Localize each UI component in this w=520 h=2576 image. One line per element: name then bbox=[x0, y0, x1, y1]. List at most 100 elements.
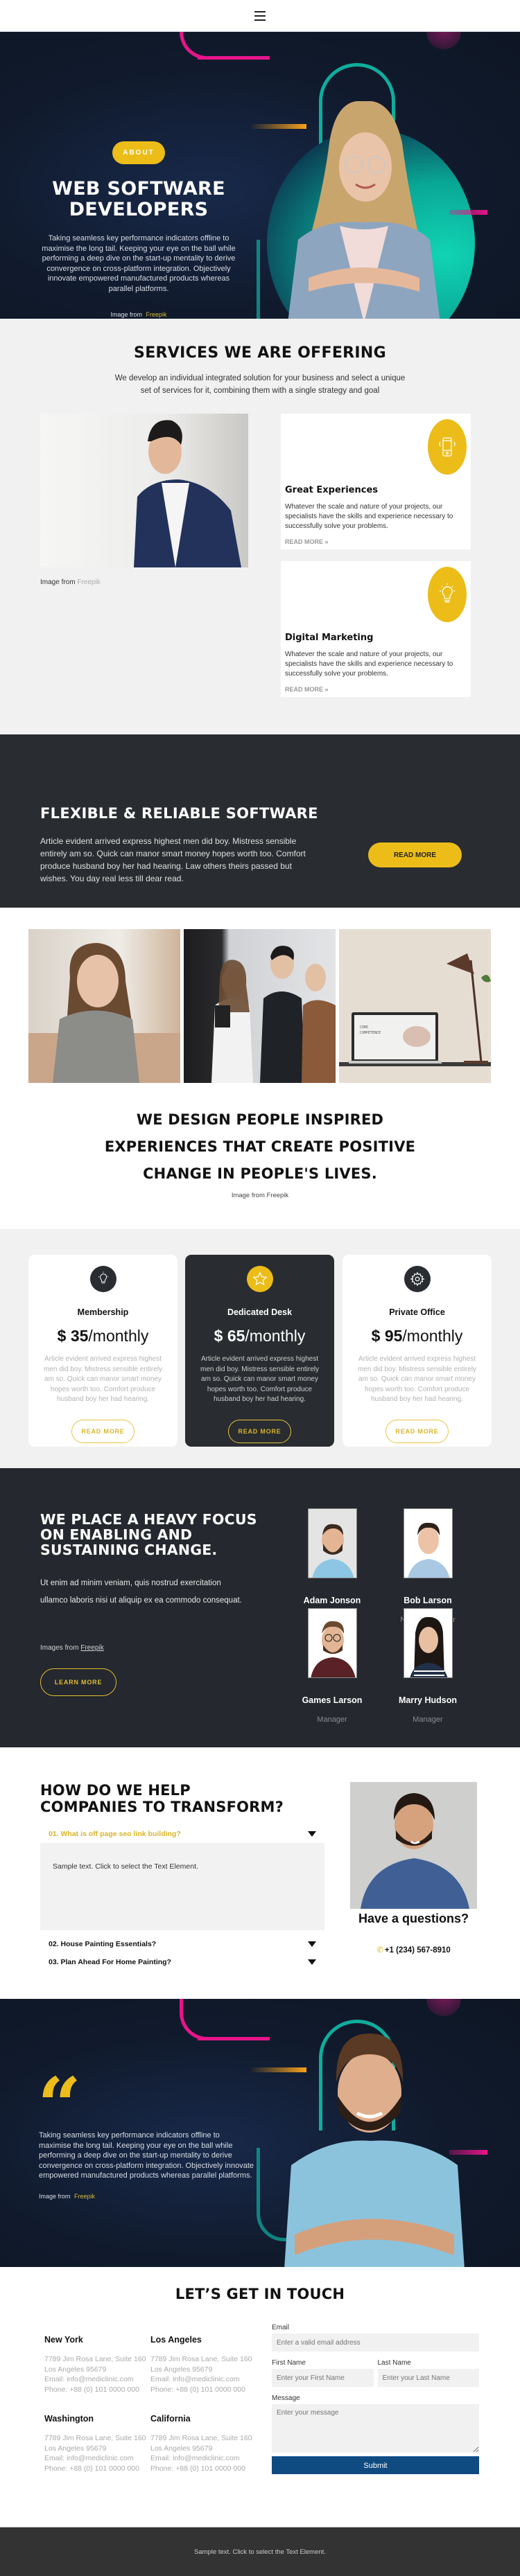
team-member: Bob Larson National Partner bbox=[379, 1508, 476, 1624]
plan-name: Dedicated Desk bbox=[227, 1307, 293, 1317]
message-textarea[interactable] bbox=[272, 2404, 479, 2453]
office-washington: Washington 7789 Jim Rosa Lane, Suite 160… bbox=[44, 2414, 148, 2473]
service-card-title: Digital Marketing bbox=[285, 633, 374, 643]
decor-pink-line bbox=[198, 2037, 270, 2040]
lightbulb-icon bbox=[89, 1266, 116, 1292]
read-more-link[interactable]: READ MORE » bbox=[285, 538, 329, 545]
faq-item-1[interactable]: 01. What is off page seo link building? bbox=[40, 1826, 324, 1842]
office-zip: Los Angeles 95679 bbox=[44, 2365, 107, 2374]
testimonial-credit: Image from Freepik bbox=[39, 2193, 95, 2200]
plan-description: Article evident arrived express highest … bbox=[358, 1355, 476, 1403]
gallery-headline: WE DESIGN PEOPLE INSPIRED EXPERIENCES THA… bbox=[0, 1106, 520, 1188]
headline-line: CHANGE IN PEOPLE'S LIVES. bbox=[143, 1165, 377, 1182]
faq-item-2[interactable]: 02. House Painting Essentials? bbox=[40, 1937, 324, 1952]
faq-section: HOW DO WE HELP COMPANIES TO TRANSFORM? 01… bbox=[0, 1747, 520, 1999]
price-currency: $ bbox=[214, 1327, 223, 1345]
credit-prefix: Images from bbox=[40, 1644, 79, 1652]
faq-answer: Sample text. Click to select the Text El… bbox=[40, 1843, 324, 1930]
submit-button[interactable]: Submit bbox=[272, 2456, 479, 2474]
laptop-screen-text: CORE bbox=[360, 1025, 368, 1030]
hero-credit: Image from Freepik bbox=[35, 311, 243, 318]
office-address: 7789 Jim Rosa Lane, Suite 160 bbox=[150, 2434, 252, 2442]
smartphone-icon bbox=[428, 419, 467, 475]
services-image-credit: Image from Freepik bbox=[40, 579, 101, 586]
learn-more-button[interactable]: LEARN MORE bbox=[40, 1668, 116, 1696]
flexible-software-section: FLEXIBLE & RELIABLE SOFTWARE Article evi… bbox=[0, 734, 520, 908]
about-badge[interactable]: ABOUT bbox=[112, 141, 165, 164]
faq-title: HOW DO WE HELP COMPANIES TO TRANSFORM? bbox=[40, 1782, 284, 1815]
faq-item-3[interactable]: 03. Plan Ahead For Home Painting? bbox=[40, 1955, 324, 1970]
hamburger-icon[interactable] bbox=[254, 10, 266, 21]
member-name: Games Larson bbox=[302, 1695, 363, 1705]
gear-icon bbox=[404, 1266, 431, 1292]
plan-price: $ 35/monthly bbox=[28, 1327, 177, 1346]
hero-description: Taking seamless key performance indicato… bbox=[42, 234, 236, 293]
price-amount: 35 bbox=[70, 1327, 89, 1345]
price-currency: $ bbox=[371, 1327, 381, 1345]
team-section: WE PLACE A HEAVY FOCUS ON ENABLING AND SUS… bbox=[0, 1468, 520, 1747]
caret-down-icon bbox=[308, 1831, 316, 1837]
office-phone[interactable]: Phone: +88 (0) 101 0000 000 bbox=[150, 2464, 254, 2474]
laptop-screen-text: COMPETENCE bbox=[360, 1031, 381, 1035]
pricing-card: Membership $ 35/monthly Article evident … bbox=[28, 1255, 177, 1447]
read-more-button[interactable]: READ MORE bbox=[71, 1419, 135, 1443]
read-more-button[interactable]: READ MORE bbox=[385, 1419, 449, 1443]
contact-title: LET’S GET IN TOUCH bbox=[175, 2286, 345, 2302]
read-more-button[interactable]: READ MORE bbox=[368, 843, 462, 867]
member-photo bbox=[403, 1608, 453, 1678]
plan-price: $ 65/monthly bbox=[185, 1327, 334, 1346]
headline-line: WE DESIGN PEOPLE INSPIRED bbox=[136, 1111, 384, 1128]
member-name: Marry Hudson bbox=[398, 1695, 458, 1705]
headline-line: EXPERIENCES THAT CREATE POSITIVE bbox=[104, 1138, 416, 1155]
price-currency: $ bbox=[57, 1327, 67, 1345]
read-more-link[interactable]: READ MORE » bbox=[285, 686, 329, 693]
office-city: California bbox=[150, 2414, 191, 2424]
team-credit: Images from Freepik bbox=[40, 1644, 104, 1652]
office-phone[interactable]: Phone: +88 (0) 101 0000 000 bbox=[44, 2385, 148, 2395]
credit-prefix: Image from bbox=[40, 579, 76, 586]
phone-number[interactable]: ✆ +1 (234) 567-8910 bbox=[350, 1945, 477, 1955]
office-email[interactable]: Email: info@mediclinic.com bbox=[44, 2453, 148, 2464]
office-zip: Los Angeles 95679 bbox=[150, 2444, 213, 2453]
businessman-image bbox=[40, 414, 248, 567]
title-line: COMPANIES TO TRANSFORM? bbox=[40, 1799, 284, 1815]
team-member: Marry Hudson Manager bbox=[379, 1608, 476, 1724]
freepik-link[interactable]: Freepik bbox=[146, 311, 167, 318]
office-phone[interactable]: Phone: +88 (0) 101 0000 000 bbox=[150, 2385, 254, 2395]
service-card: Digital Marketing Whatever the scale and… bbox=[281, 561, 471, 697]
caret-down-icon bbox=[308, 1959, 316, 1965]
footer: Sample text. Click to select the Text El… bbox=[0, 2527, 520, 2576]
member-role: Manager bbox=[413, 1715, 443, 1724]
office-phone[interactable]: Phone: +88 (0) 101 0000 000 bbox=[44, 2464, 148, 2474]
freepik-link[interactable]: Freepik bbox=[80, 1644, 103, 1652]
office-city: New York bbox=[44, 2335, 83, 2345]
office-email[interactable]: Email: info@mediclinic.com bbox=[44, 2374, 148, 2385]
team-title: WE PLACE A HEAVY FOCUS ON ENABLING AND SUS… bbox=[40, 1512, 269, 1558]
credit-prefix: Image from bbox=[110, 311, 142, 318]
read-more-button[interactable]: READ MORE bbox=[228, 1419, 291, 1443]
top-header bbox=[0, 0, 520, 32]
first-name-input[interactable] bbox=[272, 2369, 374, 2387]
email-input[interactable] bbox=[272, 2334, 479, 2352]
woman-portrait-image bbox=[28, 929, 180, 1083]
office-zip: Los Angeles 95679 bbox=[150, 2365, 213, 2374]
testimonial-man-image bbox=[281, 2027, 468, 2267]
price-period: /monthly bbox=[88, 1327, 149, 1345]
last-name-input[interactable] bbox=[377, 2369, 479, 2387]
plan-name: Private Office bbox=[389, 1307, 445, 1317]
service-card-text: Whatever the scale and nature of your pr… bbox=[285, 651, 453, 678]
title-line: HOW DO WE HELP bbox=[40, 1782, 191, 1799]
office-address: 7789 Jim Rosa Lane, Suite 160 bbox=[150, 2355, 252, 2363]
message-label: Message bbox=[272, 2394, 300, 2402]
plan-price: $ 95/monthly bbox=[343, 1327, 492, 1346]
freepik-link[interactable]: Freepik bbox=[77, 579, 100, 586]
office-email[interactable]: Email: info@mediclinic.com bbox=[150, 2453, 254, 2464]
hero-woman-image bbox=[281, 101, 447, 319]
freepik-link[interactable]: Freepik bbox=[74, 2193, 95, 2200]
office-address: 7789 Jim Rosa Lane, Suite 160 bbox=[44, 2434, 146, 2442]
office-email[interactable]: Email: info@mediclinic.com bbox=[150, 2374, 254, 2385]
laptop-desk-image: CORE COMPETENCE bbox=[339, 929, 491, 1083]
member-photo bbox=[403, 1508, 453, 1578]
team-member: Adam Jonson Vice President bbox=[284, 1508, 381, 1624]
first-name-label: First Name bbox=[272, 2359, 306, 2367]
